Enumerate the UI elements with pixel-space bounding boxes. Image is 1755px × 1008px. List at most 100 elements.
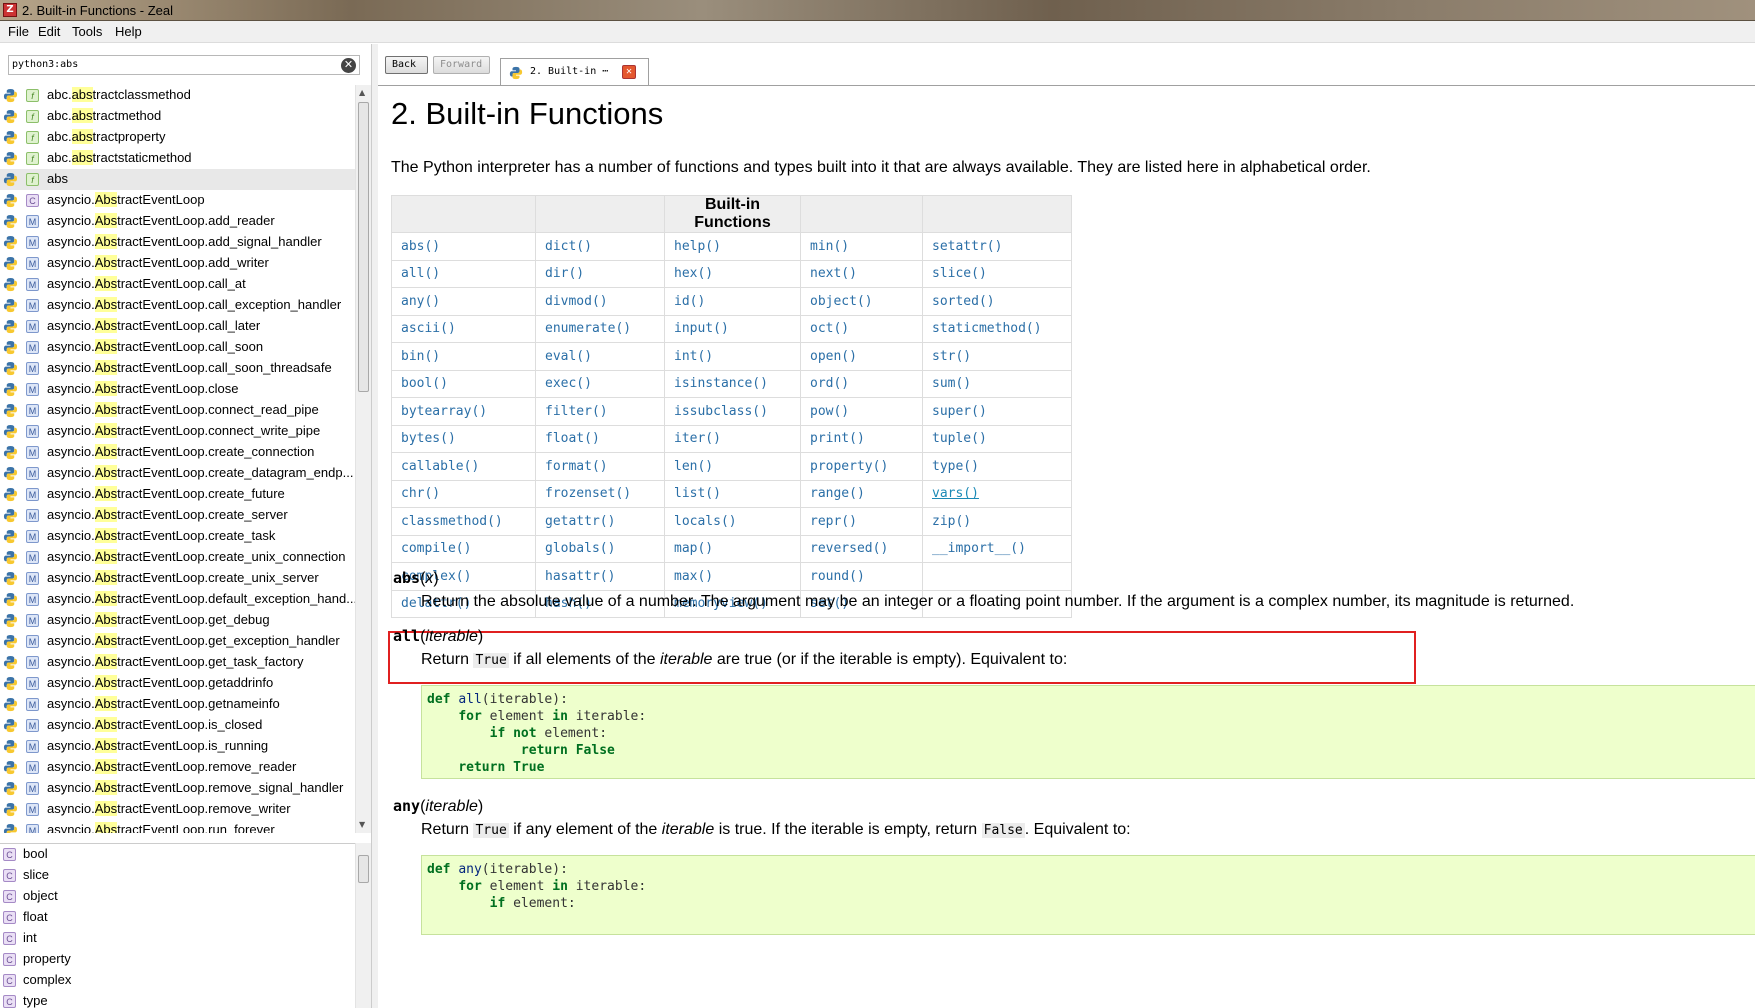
results-scrollbar[interactable]: ▲ ▼: [355, 85, 371, 833]
result-item[interactable]: Masyncio.AbstractEventLoop.create_connec…: [0, 442, 355, 463]
result-item[interactable]: Masyncio.AbstractEventLoop.create_task: [0, 526, 355, 547]
result-item[interactable]: Masyncio.AbstractEventLoop.create_datagr…: [0, 463, 355, 484]
result-item[interactable]: Masyncio.AbstractEventLoop.call_soon: [0, 337, 355, 358]
function-link[interactable]: str(): [922, 342, 1072, 371]
function-link[interactable]: hex(): [664, 259, 801, 288]
function-link[interactable]: min(): [800, 232, 923, 261]
scroll-down-icon[interactable]: ▼: [359, 820, 365, 829]
toc-item[interactable]: Cobject: [0, 886, 355, 907]
function-link[interactable]: zip(): [922, 507, 1072, 536]
toc-item[interactable]: Cslice: [0, 865, 355, 886]
function-link[interactable]: repr(): [800, 507, 923, 536]
result-item[interactable]: f abc.abstractclassmethod: [0, 85, 355, 106]
result-item[interactable]: f abc.abstractmethod: [0, 106, 355, 127]
result-item[interactable]: Masyncio.AbstractEventLoop.remove_signal…: [0, 778, 355, 799]
function-link[interactable]: dict(): [535, 232, 665, 261]
function-link[interactable]: format(): [535, 452, 665, 481]
function-link[interactable]: filter(): [535, 397, 665, 426]
scroll-up-icon[interactable]: ▲: [359, 88, 365, 97]
function-link[interactable]: type(): [922, 452, 1072, 481]
function-link[interactable]: ascii(): [391, 314, 536, 343]
function-link[interactable]: any(): [391, 287, 536, 316]
function-link[interactable]: eval(): [535, 342, 665, 371]
result-item[interactable]: Masyncio.AbstractEventLoop.default_excep…: [0, 589, 355, 610]
function-link[interactable]: classmethod(): [391, 507, 536, 536]
result-item[interactable]: Masyncio.AbstractEventLoop.get_exception…: [0, 631, 355, 652]
result-item[interactable]: Masyncio.AbstractEventLoop.remove_reader: [0, 757, 355, 778]
function-link[interactable]: bin(): [391, 342, 536, 371]
toc-item[interactable]: Ctype: [0, 991, 355, 1008]
toc-item[interactable]: Cproperty: [0, 949, 355, 970]
function-link[interactable]: locals(): [664, 507, 801, 536]
function-link[interactable]: object(): [800, 287, 923, 316]
close-tab-icon[interactable]: ✕: [622, 65, 636, 79]
menu-help[interactable]: Help: [115, 24, 142, 39]
result-item[interactable]: Masyncio.AbstractEventLoop.get_task_fact…: [0, 652, 355, 673]
function-link[interactable]: divmod(): [535, 287, 665, 316]
function-link[interactable]: property(): [800, 452, 923, 481]
function-link[interactable]: compile(): [391, 534, 536, 563]
function-link[interactable]: iter(): [664, 424, 801, 453]
result-item[interactable]: f abc.abstractstaticmethod: [0, 148, 355, 169]
function-link[interactable]: round(): [800, 562, 923, 591]
function-link[interactable]: abs(): [391, 232, 536, 261]
result-item[interactable]: Masyncio.AbstractEventLoop.call_soon_thr…: [0, 358, 355, 379]
function-link[interactable]: next(): [800, 259, 923, 288]
result-item[interactable]: f abc.abstractproperty: [0, 127, 355, 148]
function-link[interactable]: oct(): [800, 314, 923, 343]
function-link[interactable]: hasattr(): [535, 562, 665, 591]
result-item[interactable]: Masyncio.AbstractEventLoop.close: [0, 379, 355, 400]
function-link[interactable]: slice(): [922, 259, 1072, 288]
function-link[interactable]: dir(): [535, 259, 665, 288]
function-link[interactable]: chr(): [391, 479, 536, 508]
menu-edit[interactable]: Edit: [38, 24, 60, 39]
function-link[interactable]: getattr(): [535, 507, 665, 536]
all-name[interactable]: all: [393, 627, 420, 645]
result-item[interactable]: Masyncio.AbstractEventLoop.connect_write…: [0, 421, 355, 442]
function-link[interactable]: input(): [664, 314, 801, 343]
result-item[interactable]: Masyncio.AbstractEventLoop.call_later: [0, 316, 355, 337]
function-link[interactable]: all(): [391, 259, 536, 288]
menu-tools[interactable]: Tools: [72, 24, 102, 39]
toc-item[interactable]: Ccomplex: [0, 970, 355, 991]
function-link[interactable]: tuple(): [922, 424, 1072, 453]
result-item[interactable]: Masyncio.AbstractEventLoop.get_debug: [0, 610, 355, 631]
toc-item[interactable]: Cbool: [0, 844, 355, 865]
function-link[interactable]: id(): [664, 287, 801, 316]
function-link[interactable]: sum(): [922, 369, 1072, 398]
function-link[interactable]: max(): [664, 562, 801, 591]
function-link[interactable]: setattr(): [922, 232, 1072, 261]
result-item[interactable]: Masyncio.AbstractEventLoop.add_writer: [0, 253, 355, 274]
function-link[interactable]: callable(): [391, 452, 536, 481]
function-link[interactable]: frozenset(): [535, 479, 665, 508]
result-item[interactable]: Masyncio.AbstractEventLoop.create_server: [0, 505, 355, 526]
function-link[interactable]: __import__(): [922, 534, 1072, 563]
forward-button[interactable]: Forward: [433, 56, 490, 74]
result-item[interactable]: Masyncio.AbstractEventLoop.call_at: [0, 274, 355, 295]
abs-name[interactable]: abs: [393, 569, 420, 587]
result-item[interactable]: Masyncio.AbstractEventLoop.getnameinfo: [0, 694, 355, 715]
result-item[interactable]: Masyncio.AbstractEventLoop.connect_read_…: [0, 400, 355, 421]
function-link[interactable]: reversed(): [800, 534, 923, 563]
function-link[interactable]: open(): [800, 342, 923, 371]
result-item[interactable]: Masyncio.AbstractEventLoop.create_unix_s…: [0, 568, 355, 589]
function-link[interactable]: isinstance(): [664, 369, 801, 398]
results-scroll-thumb[interactable]: [358, 102, 369, 392]
result-item[interactable]: Masyncio.AbstractEventLoop.create_future: [0, 484, 355, 505]
menu-file[interactable]: File: [8, 24, 29, 39]
search-box[interactable]: ✕: [8, 55, 360, 75]
function-link[interactable]: globals(): [535, 534, 665, 563]
toc-item[interactable]: Cint: [0, 928, 355, 949]
function-link[interactable]: ord(): [800, 369, 923, 398]
result-item[interactable]: Casyncio.AbstractEventLoop: [0, 190, 355, 211]
result-item[interactable]: Masyncio.AbstractEventLoop.getaddrinfo: [0, 673, 355, 694]
search-input[interactable]: [12, 59, 332, 70]
function-link[interactable]: list(): [664, 479, 801, 508]
result-item[interactable]: Masyncio.AbstractEventLoop.add_signal_ha…: [0, 232, 355, 253]
result-item[interactable]: Masyncio.AbstractEventLoop.run_forever: [0, 820, 355, 833]
function-link[interactable]: enumerate(): [535, 314, 665, 343]
function-link[interactable]: pow(): [800, 397, 923, 426]
function-link[interactable]: exec(): [535, 369, 665, 398]
result-item[interactable]: Masyncio.AbstractEventLoop.create_unix_c…: [0, 547, 355, 568]
function-link[interactable]: bool(): [391, 369, 536, 398]
